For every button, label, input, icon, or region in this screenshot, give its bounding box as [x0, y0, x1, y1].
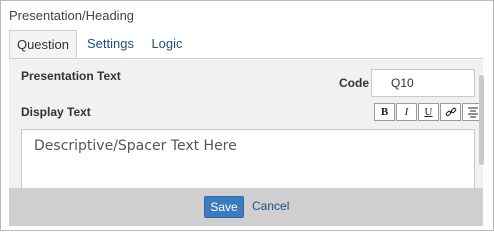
scrollbar[interactable]	[479, 75, 484, 165]
text-format-toolbar: B I U	[374, 103, 483, 121]
tab-question[interactable]: Question	[9, 30, 77, 60]
link-icon[interactable]	[440, 103, 461, 121]
presentation-heading-dialog: Presentation/Heading Question Settings L…	[0, 0, 494, 231]
dialog-footer: Save Cancel	[9, 188, 483, 226]
presentation-text-label: Presentation Text	[21, 69, 121, 83]
cancel-link[interactable]: Cancel	[252, 199, 289, 213]
tab-logic[interactable]: Logic	[151, 30, 183, 58]
tab-settings[interactable]: Settings	[87, 30, 134, 58]
underline-button[interactable]: U	[418, 103, 439, 121]
save-button[interactable]: Save	[204, 196, 244, 218]
bold-button[interactable]: B	[374, 103, 395, 121]
question-panel: Presentation Text Code Q10 Display Text …	[9, 58, 484, 199]
display-text-label: Display Text	[21, 105, 91, 119]
dialog-title: Presentation/Heading	[9, 8, 135, 23]
italic-button[interactable]: I	[396, 103, 417, 121]
code-label: Code	[339, 76, 369, 90]
code-input[interactable]: Q10	[371, 69, 475, 97]
